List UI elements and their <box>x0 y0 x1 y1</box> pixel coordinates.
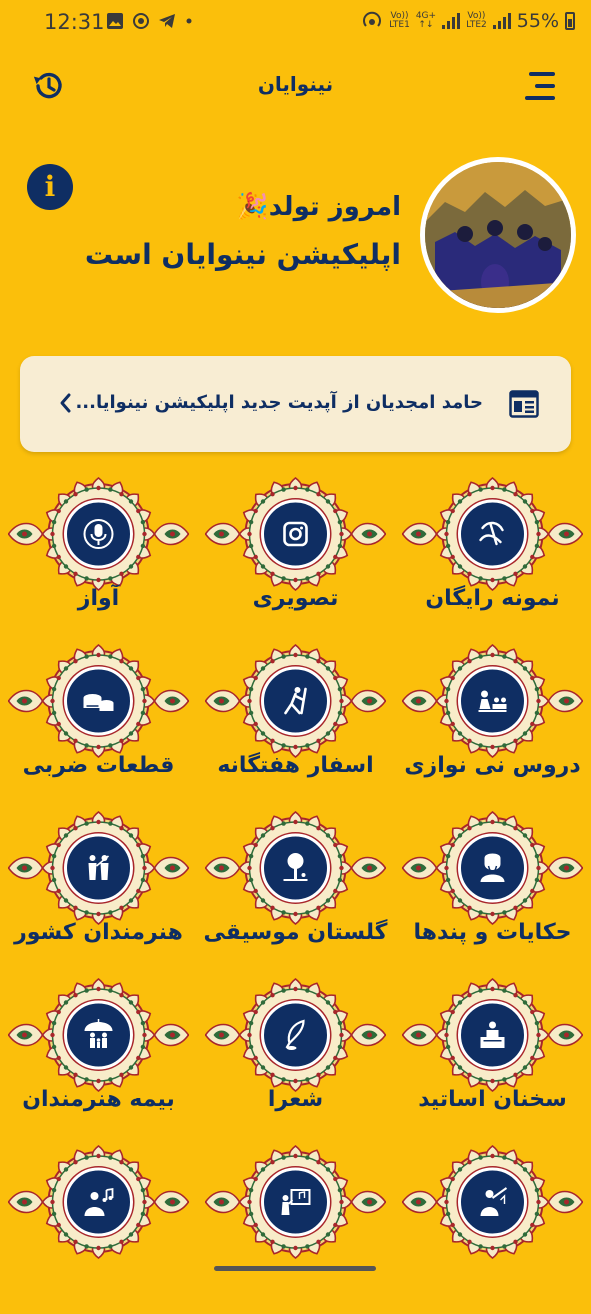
hero-subtitle: اپلیکیشن نینوایان است <box>84 238 401 271</box>
menu-tile[interactable]: دروس نی نوازی <box>394 643 591 813</box>
drums-icon <box>0 643 197 759</box>
menu-tile[interactable]: بیمه هنرمندان <box>0 977 197 1147</box>
microphone-icon <box>0 476 197 592</box>
home-indicator[interactable] <box>214 1266 376 1271</box>
menu-tile[interactable] <box>394 1144 591 1314</box>
menu-tile-label: دروس نی نوازی <box>404 753 581 778</box>
battery-percent: 55% <box>516 10 559 32</box>
status-time: 12:31 <box>44 10 105 34</box>
menu-tile[interactable]: تصویری <box>197 476 394 646</box>
hero-title: امروز تولد🎉 <box>228 192 401 222</box>
signal-icon-2 <box>492 13 511 29</box>
news-card[interactable]: حامد امجدیان از آپدیت جدید اپلیکیشن نینو… <box>20 356 571 452</box>
news-icon <box>509 390 539 418</box>
menu-tile-label: سخنان اساتید <box>418 1087 567 1112</box>
menu-tile-label: حکایات و پندها <box>413 920 572 945</box>
status-bar: 12:31 Vo)) LTE1 4G+ ↑↓ Vo)) LTE2 55% <box>0 0 591 46</box>
classroom-icon <box>394 643 591 759</box>
menu-tile-label: آواز <box>77 586 120 611</box>
signal-icon-1 <box>442 13 461 29</box>
news-text: حامد امجدیان از آپدیت جدید اپلیکیشن نینو… <box>75 392 483 413</box>
menu-tile[interactable] <box>0 1144 197 1314</box>
performers-icon <box>0 810 197 926</box>
ensemble-painting-image <box>425 162 571 308</box>
family-umbrella-icon <box>0 977 197 1093</box>
status-right: Vo)) LTE1 4G+ ↑↓ Vo)) LTE2 55% <box>361 10 575 32</box>
tree-reader-icon <box>197 810 394 926</box>
menu-icon[interactable] <box>525 72 555 100</box>
menu-tile-label: گلستان موسیقی <box>203 920 388 945</box>
flute-player-icon <box>394 1144 591 1260</box>
chevron-left-icon[interactable] <box>58 392 72 414</box>
sim2-label: Vo)) LTE2 <box>466 11 487 30</box>
menu-tile[interactable]: حکایات و پندها <box>394 810 591 980</box>
lecture-icon <box>394 977 591 1093</box>
app-bar: نینوایان <box>0 50 591 120</box>
sim1-label: Vo)) LTE1 <box>389 11 410 30</box>
menu-tile[interactable] <box>197 1144 394 1314</box>
quill-icon <box>197 977 394 1093</box>
menu-tile[interactable]: گلستان موسیقی <box>197 810 394 980</box>
menu-tile-label: اسفار هفتگانه <box>217 753 374 778</box>
party-icon: 🎉 <box>236 192 269 222</box>
battery-icon <box>565 12 575 30</box>
network-label: 4G+ ↑↓ <box>415 11 437 30</box>
menu-tile-label: قطعات ضربی <box>22 753 175 778</box>
candle-icon <box>133 13 149 29</box>
image-icon <box>107 13 123 29</box>
menu-tile[interactable]: نمونه رایگان <box>394 476 591 646</box>
singer-icon <box>0 1144 197 1260</box>
menu-tile[interactable]: سخنان اساتید <box>394 977 591 1147</box>
menu-tile-label: نمونه رایگان <box>425 586 560 611</box>
hiker-icon <box>197 643 394 759</box>
notification-icons <box>106 12 194 30</box>
menu-tile[interactable]: شعرا <box>197 977 394 1147</box>
hotspot-icon <box>363 11 382 27</box>
menu-tile[interactable]: آواز <box>0 476 197 646</box>
music-teacher-icon <box>197 1144 394 1260</box>
menu-tile-label: هنرمندان کشور <box>14 920 183 945</box>
dot-icon <box>186 18 192 24</box>
menu-tile-label: تصویری <box>252 586 339 611</box>
info-button[interactable]: i <box>27 164 73 210</box>
sage-icon <box>394 810 591 926</box>
menu-tile-label: شعرا <box>267 1087 324 1112</box>
menu-tile[interactable]: اسفار هفتگانه <box>197 643 394 813</box>
hero-title-text: امروز تولد <box>268 192 401 222</box>
free-calligraphy-icon <box>394 476 591 592</box>
menu-tile-label: بیمه هنرمندان <box>22 1087 175 1112</box>
camera-icon <box>197 476 394 592</box>
app-avatar <box>420 157 576 313</box>
telegram-icon <box>159 14 175 28</box>
menu-tile[interactable]: هنرمندان کشور <box>0 810 197 980</box>
menu-tile[interactable]: قطعات ضربی <box>0 643 197 813</box>
app-title: نینوایان <box>257 72 334 96</box>
